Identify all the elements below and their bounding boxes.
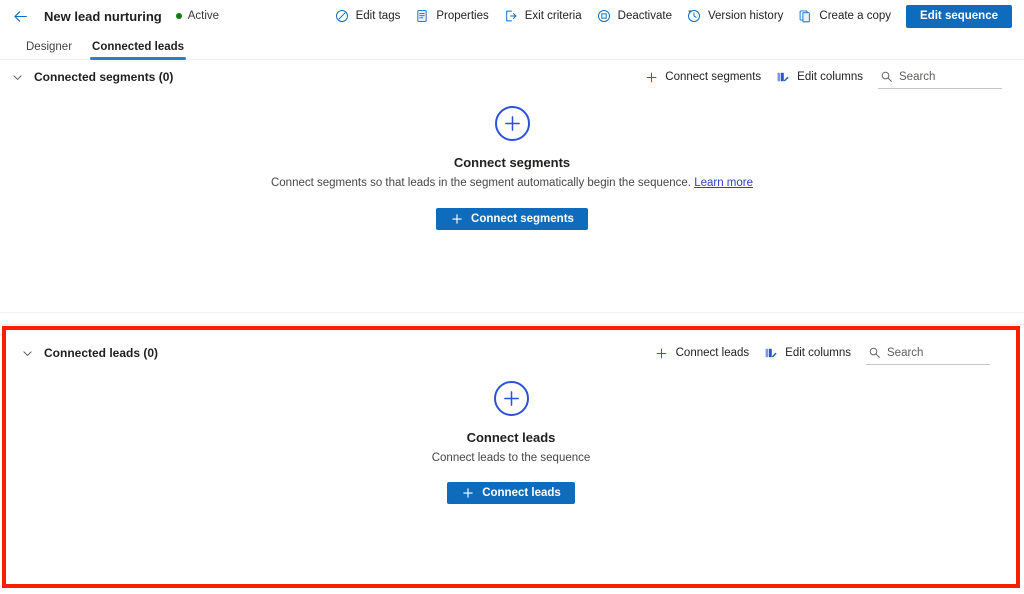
edit-columns-icon: [775, 69, 791, 85]
connect-leads-button-label: Connect leads: [482, 487, 561, 499]
exit-criteria-button[interactable]: Exit criteria: [496, 3, 589, 29]
plus-icon: [450, 212, 464, 226]
connected-segments-empty-state: Connect segments Connect segments so tha…: [0, 106, 1024, 230]
segments-search-box[interactable]: [878, 66, 1002, 89]
connect-leads-toolbar-button[interactable]: Connect leads: [647, 341, 757, 365]
properties-button[interactable]: Properties: [407, 3, 495, 29]
edit-columns-segments-label: Edit columns: [797, 71, 863, 83]
connected-leads-section: Connected leads (0) Connect leads Edit c…: [10, 334, 1012, 580]
plus-icon: [654, 345, 670, 361]
edit-tags-button[interactable]: Edit tags: [327, 3, 408, 29]
connect-segments-toolbar-button[interactable]: Connect segments: [636, 65, 768, 89]
tab-bar: Designer Connected leads: [0, 32, 1024, 60]
properties-label: Properties: [436, 10, 489, 22]
search-icon: [878, 69, 894, 85]
stop-circle-icon: [596, 8, 612, 24]
connected-leads-empty-state: Connect leads Connect leads to the seque…: [10, 381, 1012, 504]
connected-segments-empty-description-text: Connect segments so that leads in the se…: [270, 177, 691, 189]
deactivate-label: Deactivate: [617, 10, 672, 22]
segments-search-input[interactable]: [899, 70, 1002, 83]
edit-tags-label: Edit tags: [355, 10, 401, 22]
plus-icon: [643, 69, 659, 85]
connected-leads-header: Connected leads (0) Connect leads Edit c…: [10, 334, 1012, 372]
deactivate-button[interactable]: Deactivate: [589, 3, 679, 29]
connected-leads-toolbar: Connect leads Edit columns: [647, 341, 990, 365]
plus-icon: [461, 486, 475, 500]
tab-connected-leads[interactable]: Connected leads: [82, 41, 194, 60]
version-history-button[interactable]: Version history: [679, 3, 790, 29]
edit-columns-icon: [763, 345, 779, 361]
app-root: New lead nurturing Active Edit tags Prop…: [0, 0, 1024, 594]
leads-search-input[interactable]: [887, 346, 990, 359]
edit-columns-segments-button[interactable]: Edit columns: [768, 65, 870, 89]
page-title: New lead nurturing: [44, 8, 162, 24]
connect-leads-button[interactable]: Connect leads: [447, 482, 575, 504]
connect-leads-toolbar-label: Connect leads: [675, 347, 750, 359]
create-a-copy-button[interactable]: Create a copy: [790, 3, 898, 29]
connect-segments-button-label: Connect segments: [471, 213, 574, 225]
arrow-left-icon: [13, 10, 27, 22]
chevron-down-icon-leads[interactable]: [18, 344, 36, 362]
connected-segments-empty-title: Connect segments: [453, 155, 571, 170]
command-bar-actions: Edit tags Properties Exit criteria Deact…: [327, 3, 1012, 29]
create-a-copy-label: Create a copy: [819, 10, 892, 22]
status-label: Active: [187, 10, 220, 22]
copy-icon: [797, 8, 813, 24]
connected-leads-title: Connected leads (0): [44, 346, 159, 360]
edit-sequence-button[interactable]: Edit sequence: [906, 4, 1012, 28]
connected-leads-empty-title: Connect leads: [466, 430, 556, 445]
version-history-label: Version history: [707, 10, 784, 22]
chevron-down-icon-segments[interactable]: [8, 68, 26, 86]
leads-search-box[interactable]: [866, 342, 990, 365]
connected-segments-section: Connected segments (0) Connect segments: [0, 60, 1024, 312]
tab-designer[interactable]: Designer: [16, 41, 82, 60]
edit-columns-leads-label: Edit columns: [785, 347, 851, 359]
connected-leads-highlight: Connected leads (0) Connect leads Edit c…: [2, 326, 1020, 588]
command-bar: New lead nurturing Active Edit tags Prop…: [0, 0, 1024, 32]
connected-segments-title: Connected segments (0): [34, 70, 174, 84]
document-properties-icon: [414, 8, 430, 24]
section-divider: [0, 312, 1024, 325]
plus-circle-icon[interactable]: [493, 381, 529, 416]
plus-circle-icon[interactable]: [494, 106, 530, 141]
search-icon: [866, 345, 882, 361]
tag-icon: [334, 8, 350, 24]
status-dot-icon: [175, 13, 182, 19]
exit-icon: [503, 8, 519, 24]
connected-leads-empty-description: Connect leads to the sequence: [431, 452, 591, 464]
connect-segments-toolbar-label: Connect segments: [665, 71, 762, 83]
edit-columns-leads-button[interactable]: Edit columns: [756, 341, 858, 365]
back-button[interactable]: [10, 6, 30, 26]
connected-segments-toolbar: Connect segments Edit columns: [636, 65, 1002, 89]
connect-segments-button[interactable]: Connect segments: [436, 208, 588, 230]
learn-more-link[interactable]: Learn more: [694, 177, 753, 189]
connected-segments-empty-description: Connect segments so that leads in the se…: [271, 177, 753, 189]
status-badge: Active: [175, 10, 220, 22]
connected-segments-header: Connected segments (0) Connect segments: [0, 60, 1024, 94]
history-icon: [686, 8, 702, 24]
exit-criteria-label: Exit criteria: [524, 10, 582, 22]
